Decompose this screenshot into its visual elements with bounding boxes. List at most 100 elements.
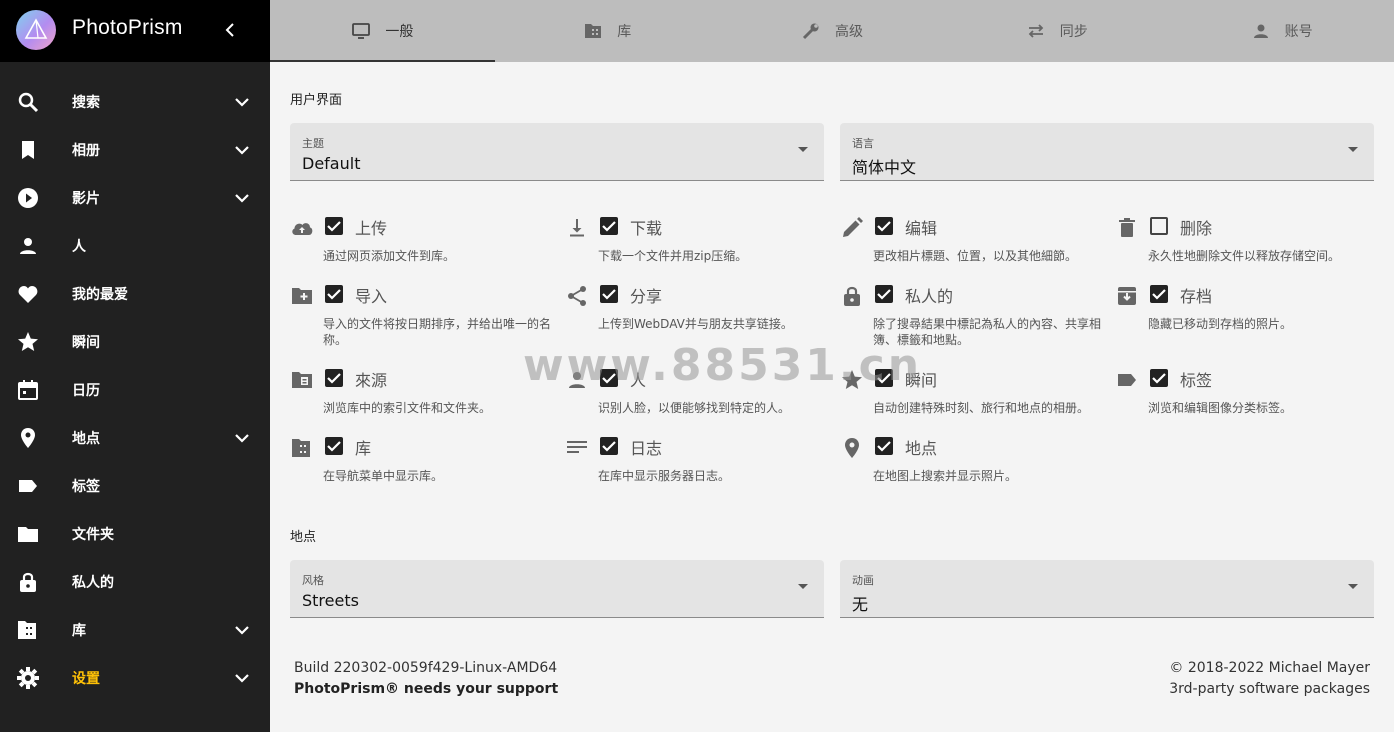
support-link[interactable]: PhotoPrism® needs your support	[294, 679, 558, 700]
sidebar-item-moments[interactable]: 瞬间	[0, 318, 270, 366]
library-checkbox[interactable]	[325, 437, 343, 455]
dropdown-arrow-icon	[798, 584, 808, 589]
sidebar-item-label: 日历	[72, 383, 100, 399]
delete-checkbox[interactable]	[1150, 217, 1168, 235]
sidebar-item-search[interactable]: 搜索	[0, 78, 270, 126]
search-icon	[18, 92, 39, 113]
download-checkbox[interactable]	[600, 217, 618, 235]
third-party-packages-link[interactable]: 3rd-party software packages	[1169, 679, 1370, 700]
map-animation-select[interactable]: 动画 无	[840, 560, 1374, 618]
share-label: 分享	[630, 287, 663, 306]
option-download: 下载 下载一个文件并用zip压缩。	[565, 212, 840, 280]
sidebar-item-label: 设置	[72, 671, 100, 687]
place-icon	[21, 428, 35, 448]
option-share: 分享 上传到WebDAV并与朋友共享链接。	[565, 280, 840, 348]
theme-select-value: Default	[302, 154, 361, 173]
tab-label: 同步	[1059, 24, 1088, 40]
sidebar-item-folders[interactable]: 文件夹	[0, 510, 270, 558]
pencil-icon	[843, 217, 863, 237]
sidebar-item-calendar[interactable]: 日历	[0, 366, 270, 414]
moments-description: 自动创建特殊时刻、旅行和地点的相册。	[873, 401, 1090, 415]
wrench-icon	[802, 23, 819, 40]
share-icon	[568, 286, 586, 306]
library-description: 在导航菜单中显示库。	[323, 469, 444, 483]
map-style-select[interactable]: 风格 Streets	[290, 560, 824, 618]
share-checkbox[interactable]	[600, 285, 618, 303]
sync-arrows-icon	[1028, 24, 1044, 38]
sidebar-item-label: 标签	[72, 479, 100, 495]
logs-description: 在库中显示服务器日志。	[598, 469, 731, 483]
brand-bar: PhotoPrism	[0, 0, 270, 62]
ui-section-title: 用户界面	[290, 93, 343, 108]
language-select[interactable]: 语言 简体中文	[840, 123, 1374, 181]
tab-advanced[interactable]: 高级	[720, 0, 945, 62]
option-import: 导入 导入的文件将按日期排序，并给出唯一的名称。	[290, 280, 565, 348]
sidebar-item-albums[interactable]: 相册	[0, 126, 270, 174]
places-description: 在地图上搜索并显示照片。	[873, 469, 1018, 483]
lines-icon	[567, 441, 587, 453]
sidebar-item-places[interactable]: 地点	[0, 414, 270, 462]
sidebar-item-label: 搜索	[72, 95, 100, 111]
upload-checkbox[interactable]	[325, 217, 343, 235]
logs-label: 日志	[630, 439, 663, 458]
language-select-value: 简体中文	[852, 158, 917, 177]
sidebar-item-label: 瞬间	[72, 335, 100, 351]
chevron-down-icon[interactable]	[230, 618, 254, 642]
star-icon	[18, 332, 38, 351]
download-label: 下载	[630, 219, 663, 238]
option-upload: 上传 通过网页添加文件到库。	[290, 212, 565, 280]
download-description: 下载一个文件并用zip压缩。	[598, 249, 748, 263]
chevron-down-icon[interactable]	[230, 90, 254, 114]
labels-description: 浏览和编辑图像分类标签。	[1148, 401, 1293, 415]
sidebar-item-favorites[interactable]: 我的最爱	[0, 270, 270, 318]
person-icon	[20, 238, 36, 254]
app-title: PhotoPrism	[72, 16, 183, 39]
archive-description: 隐藏已移动到存档的照片。	[1148, 317, 1293, 331]
originals-checkbox[interactable]	[325, 369, 343, 387]
labels-checkbox[interactable]	[1150, 369, 1168, 387]
edit-checkbox[interactable]	[875, 217, 893, 235]
sidebar-item-settings[interactable]: 设置	[0, 654, 270, 702]
copyright-link[interactable]: © 2018-2022 Michael Mayer	[1169, 658, 1370, 679]
sidebar-item-people[interactable]: 人	[0, 222, 270, 270]
lock-icon	[20, 572, 36, 592]
dropdown-arrow-icon	[798, 147, 808, 152]
import-label: 导入	[355, 287, 388, 306]
places-section-title: 地点	[290, 530, 317, 545]
sidebar-item-private[interactable]: 私人的	[0, 558, 270, 606]
tab-sync[interactable]: 同步	[944, 0, 1169, 62]
chevron-down-icon[interactable]	[230, 186, 254, 210]
archive-checkbox[interactable]	[1150, 285, 1168, 303]
sidebar-item-videos[interactable]: 影片	[0, 174, 270, 222]
app: PhotoPrism 搜索 相册 影片 人 我的最爱 瞬间 日历 地点 标签 文…	[0, 0, 1394, 732]
private-checkbox[interactable]	[875, 285, 893, 303]
theme-select-label: 主题	[302, 137, 324, 150]
theme-select[interactable]: 主题 Default	[290, 123, 824, 181]
originals-description: 浏览库中的索引文件和文件夹。	[323, 401, 492, 415]
build-info: Build 220302-0059f429-Linux-AMD64	[294, 660, 558, 676]
library-icon	[292, 439, 310, 457]
logs-checkbox[interactable]	[600, 437, 618, 455]
place-icon	[845, 438, 859, 458]
settings-content: 用户界面 主题 Default 语言 简体中文 上传 通过网页添加文件到库。 下…	[270, 62, 1394, 732]
dropdown-arrow-icon	[1348, 584, 1358, 589]
places-checkbox[interactable]	[875, 437, 893, 455]
chevron-down-icon[interactable]	[230, 666, 254, 690]
tab-library[interactable]: 库	[495, 0, 720, 62]
map-style-select-label: 风格	[302, 574, 324, 587]
chevron-down-icon[interactable]	[230, 426, 254, 450]
import-checkbox[interactable]	[325, 285, 343, 303]
sidebar-item-labels[interactable]: 标签	[0, 462, 270, 510]
chevron-down-icon[interactable]	[230, 138, 254, 162]
sidebar-item-label: 影片	[72, 191, 100, 207]
option-library: 库 在导航菜单中显示库。	[290, 432, 565, 500]
photoprism-logo-icon[interactable]	[16, 10, 56, 50]
tab-general[interactable]: 一般	[270, 0, 495, 62]
map-animation-select-value: 无	[852, 595, 869, 614]
option-delete: 删除 永久性地删除文件以释放存储空间。	[1115, 212, 1390, 280]
sidebar-item-library[interactable]: 库	[0, 606, 270, 654]
collapse-sidebar-chevron-left-icon[interactable]	[218, 16, 242, 44]
lock-icon	[844, 286, 860, 306]
tab-account[interactable]: 账号	[1169, 0, 1394, 62]
sidebar-item-label: 地点	[72, 431, 100, 447]
